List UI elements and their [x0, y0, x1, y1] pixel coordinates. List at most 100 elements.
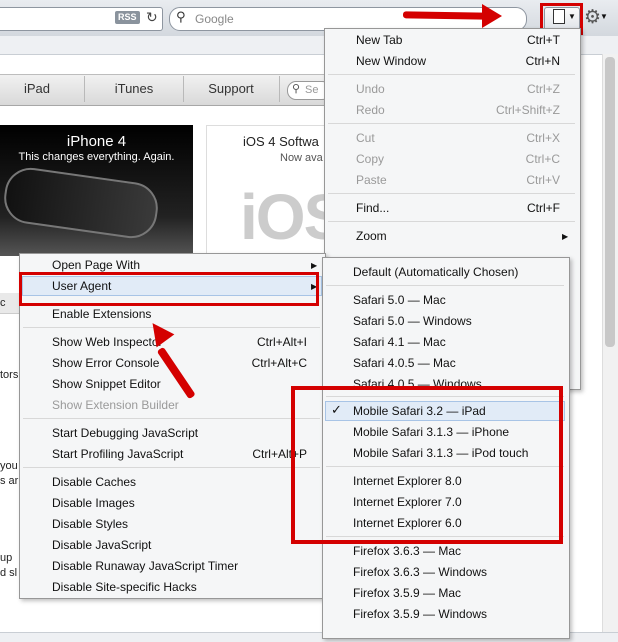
menu-item-shortcut: Ctrl+Z — [527, 82, 560, 96]
menu-item-label: Show Extension Builder — [52, 398, 179, 412]
menu-item-label: Disable JavaScript — [52, 538, 152, 552]
menu-item-label: Show Error Console — [52, 356, 160, 370]
menu-item-label: Show Web Inspector — [52, 335, 163, 349]
rss-badge[interactable]: RSS — [115, 11, 140, 24]
menu-item-label: Start Profiling JavaScript — [52, 447, 184, 461]
menu-item-disable-runaway-javascript-timer[interactable]: Disable Runaway JavaScript Timer — [52, 556, 307, 576]
menu-item-disable-site-specific-hacks[interactable]: Disable Site-specific Hacks — [52, 577, 307, 597]
annotation-box-mobile-ie-agents — [291, 386, 563, 544]
menu-separator — [328, 193, 575, 194]
menu-item-label: Firefox 3.6.3 — Mac — [353, 544, 462, 558]
hero-title: iPhone 4 — [66, 133, 127, 150]
menu-item-shortcut: Ctrl+Alt+C — [251, 356, 307, 370]
menu-separator — [326, 285, 564, 286]
menu-item-shortcut: Ctrl+V — [526, 173, 560, 187]
submenu-arrow-icon: ▶ — [562, 232, 569, 241]
page-text-fragment: you — [0, 460, 18, 472]
menu-item-label: Disable Runaway JavaScript Timer — [52, 559, 239, 573]
menu-separator — [23, 467, 320, 468]
menu-item-label: New Tab — [356, 33, 403, 47]
menu-item-shortcut: Ctrl+T — [527, 33, 560, 47]
menu-item-redo[interactable]: Redo Ctrl+Shift+Z — [356, 100, 560, 120]
search-icon[interactable]: ⚲ — [176, 9, 186, 25]
menu-item-label: Firefox 3.5.9 — Mac — [353, 586, 462, 600]
menu-item-label: Zoom — [356, 229, 387, 243]
menu-item-shortcut: Ctrl+Alt+I — [256, 335, 307, 349]
menu-item-find[interactable]: Find... Ctrl+F — [356, 198, 560, 218]
menu-item-label: Cut — [356, 131, 375, 145]
menu-item-label: Start Debugging JavaScript — [52, 426, 199, 440]
menu-item-copy[interactable]: Copy Ctrl+C — [356, 149, 560, 169]
hero-subtitle: This changes everything. Again. — [18, 151, 175, 163]
menu-item-label: Safari 5.0 — Windows — [353, 314, 472, 328]
nav-item-support[interactable]: Support — [195, 74, 267, 104]
menu-item-shortcut: Ctrl+C — [525, 152, 560, 166]
menu-item-label: Copy — [356, 152, 385, 166]
nav-divider — [84, 76, 85, 102]
annotation-box-user-agent — [19, 272, 319, 306]
menu-item-new-window[interactable]: New Window Ctrl+N — [356, 51, 560, 71]
menu-item-shortcut: Ctrl+Shift+Z — [495, 103, 560, 117]
annotation-arrowhead — [482, 4, 502, 28]
menu-separator — [23, 327, 320, 328]
menu-item-label: Redo — [356, 103, 385, 117]
gear-icon[interactable]: ⚙ — [584, 6, 601, 29]
menu-item-label: Paste — [356, 173, 387, 187]
site-search-placeholder: Se — [305, 84, 319, 96]
menu-item-label: Disable Styles — [52, 517, 129, 531]
menu-item-label: Disable Images — [52, 496, 135, 510]
menu-item-paste[interactable]: Paste Ctrl+V — [356, 170, 560, 190]
menu-item-label: Disable Caches — [52, 475, 137, 489]
menu-item-label: Undo — [356, 82, 385, 96]
search-icon: ⚲ — [292, 83, 301, 95]
search-placeholder: Google — [195, 12, 234, 26]
menu-separator — [23, 418, 320, 419]
annotation-arrow-right — [402, 11, 488, 20]
page-text-fragment: up — [0, 552, 13, 564]
chevron-down-icon: ▼ — [600, 12, 608, 21]
menu-item-undo[interactable]: Undo Ctrl+Z — [356, 79, 560, 99]
nav-item-ipad[interactable]: iPad — [6, 74, 68, 104]
menu-item-cut[interactable]: Cut Ctrl+X — [356, 128, 560, 148]
menu-item-disable-images[interactable]: Disable Images — [52, 493, 307, 513]
menu-item-label: Firefox 3.6.3 — Windows — [353, 565, 488, 579]
submenu-arrow-icon: ▶ — [311, 261, 318, 270]
menu-item-disable-javascript[interactable]: Disable JavaScript — [52, 535, 307, 555]
menu-item-shortcut: Ctrl+X — [526, 131, 560, 145]
menu-item-disable-caches[interactable]: Disable Caches — [52, 472, 307, 492]
page-text-fragment: d sl — [0, 567, 18, 579]
menu-item-zoom[interactable]: Zoom — [356, 226, 560, 246]
scrollbar-thumb[interactable] — [605, 57, 615, 347]
menu-separator — [328, 74, 575, 75]
page-text-fragment: tors — [0, 369, 19, 381]
nav-divider — [183, 76, 184, 102]
nav-divider — [279, 76, 280, 102]
menu-item-disable-styles[interactable]: Disable Styles — [52, 514, 307, 534]
menu-item-label: Firefox 3.5.9 — Windows — [353, 607, 488, 621]
reload-icon[interactable]: ↻ — [146, 9, 158, 26]
menu-item-label: Enable Extensions — [52, 307, 152, 321]
menu-separator — [328, 123, 575, 124]
menu-separator — [328, 221, 575, 222]
menu-item-label: Safari 4.1 — Mac — [353, 335, 446, 349]
menu-item-label: Default (Automatically Chosen) — [353, 265, 519, 279]
menu-item-label: Disable Site-specific Hacks — [52, 580, 197, 594]
nav-item-itunes[interactable]: iTunes — [100, 74, 168, 104]
ios-promo-title: iOS 4 Softwa — [243, 134, 319, 149]
menu-item-enable-extensions[interactable]: Enable Extensions — [52, 304, 307, 324]
menu-item-new-tab[interactable]: New Tab Ctrl+T — [356, 30, 560, 50]
menu-item-shortcut: Ctrl+N — [525, 54, 560, 68]
menu-item-start-profiling-javascript[interactable]: Start Profiling JavaScript Ctrl+Alt+P — [52, 444, 307, 464]
menu-item-label: Find... — [356, 201, 390, 215]
menu-item-label: New Window — [356, 54, 427, 68]
menu-item-show-web-inspector[interactable]: Show Web Inspector Ctrl+Alt+I — [52, 332, 307, 352]
page-text-fragment: c — [0, 297, 6, 309]
menu-item-start-debugging-javascript[interactable]: Start Debugging JavaScript — [52, 423, 307, 443]
ios-promo-subtitle: Now ava — [280, 152, 323, 164]
menu-item-label: Safari 4.0.5 — Mac — [353, 356, 456, 370]
menu-item-label: Show Snippet Editor — [52, 377, 161, 391]
menu-item-shortcut: Ctrl+F — [527, 201, 560, 215]
menu-item-label: Safari 5.0 — Mac — [353, 293, 446, 307]
menu-item-show-extension-builder[interactable]: Show Extension Builder — [52, 395, 307, 415]
page-text-fragment: s ar — [0, 475, 19, 487]
